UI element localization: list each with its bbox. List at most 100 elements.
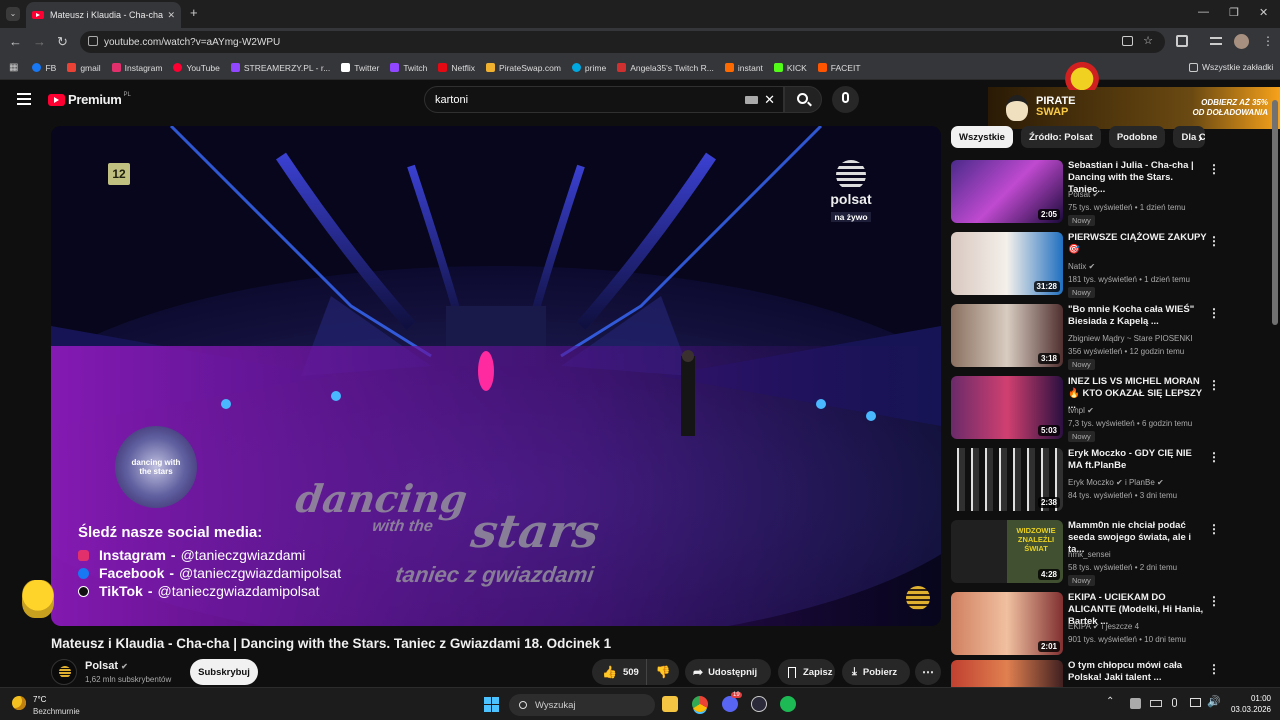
tab-close-icon[interactable]: ✕ <box>167 10 175 21</box>
steam-icon[interactable] <box>751 696 767 712</box>
video-thumbnail[interactable]: 2:38 <box>951 448 1063 511</box>
chip-related[interactable]: Podobne <box>1108 126 1166 148</box>
taskbar-search[interactable]: Wyszukaj <box>509 694 655 716</box>
recommendation-item[interactable]: O tym chłopcu mówi cała Polska! Jaki tal… <box>951 660 1269 687</box>
search-input[interactable]: kartoni ✕ <box>424 86 784 113</box>
reload-icon[interactable]: ↻ <box>57 34 68 50</box>
recommendation-channel[interactable]: hmk_sensei <box>1068 550 1208 559</box>
bookmark-item[interactable]: STREAMERZY.PL - r... <box>230 63 330 73</box>
recommendation-item[interactable]: 2:05 Sebastian i Julia - Cha-cha | Danci… <box>951 160 1269 230</box>
more-options-icon[interactable]: ⋮ <box>1208 378 1220 392</box>
video-thumbnail[interactable]: 3:18 <box>951 304 1063 367</box>
recommendation-item[interactable]: WIDZOWIE ZNALEŹLI ŚWIAT 4:28 Mamm0n nie … <box>951 520 1269 590</box>
download-button[interactable]: ⤓ Pobierz <box>842 659 910 685</box>
recommendation-title[interactable]: PIERWSZE CIĄŻOWE ZAKUPY 🎯 <box>1068 232 1208 256</box>
menu-kebab-icon[interactable]: ⋮ <box>1262 34 1274 48</box>
site-info-icon[interactable] <box>88 36 98 46</box>
bookmark-star-icon[interactable]: ☆ <box>1143 34 1153 47</box>
spotify-icon[interactable] <box>780 696 796 712</box>
recommendation-channel[interactable]: Eryk Moczko ✔ i PlanBe ✔ <box>1068 478 1208 487</box>
recommendation-channel[interactable]: tvnpl ✔ <box>1068 406 1208 415</box>
scrollbar-thumb[interactable] <box>1272 100 1278 325</box>
bookmark-item[interactable]: prime <box>571 63 606 73</box>
minimize-button[interactable]: — <box>1198 6 1209 18</box>
tray-battery-icon[interactable] <box>1150 700 1162 707</box>
extensions-icon[interactable] <box>1176 35 1188 47</box>
close-window-button[interactable]: ✕ <box>1259 6 1268 19</box>
more-options-icon[interactable]: ⋮ <box>1208 662 1220 676</box>
share-button[interactable]: ➦ Udostępnij <box>685 659 771 685</box>
video-thumbnail[interactable]: 5:03 <box>951 376 1063 439</box>
channel-avatar[interactable] <box>51 659 77 685</box>
file-explorer-icon[interactable] <box>662 696 678 712</box>
tray-app-icon[interactable] <box>1130 698 1141 709</box>
bookmark-item[interactable]: Instagram <box>111 63 162 73</box>
more-options-icon[interactable]: ⋮ <box>1208 306 1220 320</box>
network-icon[interactable] <box>1190 698 1201 707</box>
more-options-icon[interactable]: ⋮ <box>1208 522 1220 536</box>
volume-icon[interactable]: 🔊 <box>1207 695 1221 708</box>
back-arrow-icon[interactable]: ← <box>9 34 22 49</box>
bookmark-item[interactable]: gmail <box>67 63 101 73</box>
discord-icon[interactable] <box>722 696 738 712</box>
address-bar[interactable]: youtube.com/watch?v=aAYmg-W2WPU ☆ <box>80 31 1165 53</box>
bookmark-item[interactable]: FB <box>32 63 56 73</box>
video-thumbnail[interactable]: WIDZOWIE ZNALEŹLI ŚWIAT 4:28 <box>951 520 1063 583</box>
recommendation-item[interactable]: 2:38 Eryk Moczko - GDY CIĘ NIE MA ft.Pla… <box>951 448 1269 518</box>
recommendation-item[interactable]: 2:01 EKIPA - UCIEKAM DO ALICANTE (Modelk… <box>951 592 1269 662</box>
more-options-icon[interactable]: ⋮ <box>1208 234 1220 248</box>
new-tab-button[interactable]: + <box>190 5 198 20</box>
video-thumbnail[interactable]: 2:01 <box>951 592 1063 655</box>
clear-search-icon[interactable]: ✕ <box>764 92 775 108</box>
bookmark-item[interactable]: YouTube <box>173 63 220 73</box>
recommendation-item[interactable]: 5:03 INEZ LIS VS MICHEL MORAN 🔥 KTO OKAZ… <box>951 376 1269 446</box>
voice-search-button[interactable] <box>832 86 859 113</box>
chrome-icon[interactable] <box>692 696 708 712</box>
bookmark-item[interactable]: KICK <box>773 63 807 73</box>
apps-grid-icon[interactable]: ▦ <box>9 62 18 73</box>
save-button[interactable]: Zapisz <box>778 659 835 685</box>
profile-avatar[interactable] <box>1234 34 1249 49</box>
maximize-button[interactable]: ❐ <box>1229 6 1239 19</box>
recommendation-channel[interactable]: Zbigniew Mądry ~ Stare PIOSENKI <box>1068 334 1208 343</box>
more-actions-button[interactable]: ⋯ <box>915 659 941 685</box>
recommendation-channel[interactable]: Natix ✔ <box>1068 262 1208 271</box>
channel-name[interactable]: Polsat ✔ <box>85 660 128 672</box>
bookmark-item[interactable]: PirateSwap.com <box>486 63 561 73</box>
recommendation-title[interactable]: Eryk Moczko - GDY CIĘ NIE MA ft.PlanBe <box>1068 448 1208 472</box>
subscribe-button[interactable]: Subskrybuj <box>190 659 258 685</box>
bookmark-item[interactable]: FACEIT <box>817 63 861 73</box>
youtube-premium-logo[interactable]: Premium PL <box>48 92 131 107</box>
hamburger-menu-icon[interactable] <box>17 93 31 105</box>
keyboard-icon[interactable] <box>745 96 758 104</box>
more-options-icon[interactable]: ⋮ <box>1208 450 1220 464</box>
like-button[interactable]: 👍 509 <box>592 659 647 685</box>
start-button[interactable] <box>484 697 499 712</box>
chip-all[interactable]: Wszystkie <box>951 126 1013 148</box>
recommendation-channel[interactable]: Polsat ✔ <box>1068 190 1208 199</box>
clock[interactable]: 01:00 03.03.2026 <box>1225 693 1271 715</box>
search-button[interactable] <box>784 86 822 113</box>
tray-chevron-icon[interactable]: ⌃ <box>1106 696 1114 707</box>
dislike-button[interactable]: 👎 <box>647 659 679 685</box>
more-options-icon[interactable]: ⋮ <box>1208 162 1220 176</box>
recommendation-item[interactable]: 31:28 PIERWSZE CIĄŻOWE ZAKUPY 🎯 Natix ✔ 1… <box>951 232 1269 302</box>
video-player[interactable]: 12 polsat na żywo dancing with the stars… <box>51 126 941 626</box>
media-controls-icon[interactable] <box>1210 37 1222 45</box>
bookmark-item[interactable]: Netflix <box>438 63 475 73</box>
recommendation-title[interactable]: O tym chłopcu mówi cała Polska! Jaki tal… <box>1068 660 1208 684</box>
pirateswap-ad-banner[interactable]: PIRATE SWAP ODBIERZ AŻ 35% OD DOŁADOWANI… <box>988 87 1280 129</box>
recommendation-item[interactable]: 3:18 "Bo mnie Kocha cała WIEŚ" Biesiada … <box>951 304 1269 374</box>
tab-search-button[interactable]: ⌄ <box>6 7 20 21</box>
all-bookmarks[interactable]: Wszystkie zakładki <box>1189 62 1273 72</box>
bookmark-item[interactable]: Twitter <box>341 63 379 73</box>
bookmark-item[interactable]: Angela35's Twitch R... <box>617 63 714 73</box>
microphone-tray-icon[interactable] <box>1172 698 1177 707</box>
video-thumbnail[interactable]: 2:05 <box>951 160 1063 223</box>
forward-arrow-icon[interactable]: → <box>33 34 46 49</box>
chip-source-polsat[interactable]: Źródło: Polsat <box>1020 126 1101 148</box>
bookmark-item[interactable]: Twitch <box>390 63 427 73</box>
video-thumbnail[interactable]: 31:28 <box>951 232 1063 295</box>
more-options-icon[interactable]: ⋮ <box>1208 594 1220 608</box>
video-thumbnail[interactable] <box>951 660 1063 687</box>
